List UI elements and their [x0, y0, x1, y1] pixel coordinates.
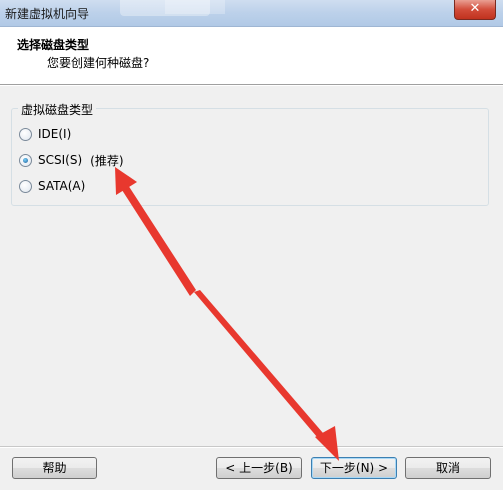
radio-sata-indicator[interactable]	[19, 179, 32, 193]
arrow-to-next	[194, 290, 339, 461]
radio-scsi-label[interactable]: SCSI(S)	[38, 153, 82, 167]
disk-type-legend: 虚拟磁盘类型	[18, 101, 97, 118]
radio-scsi[interactable]: SCSI(S) (推荐)	[19, 152, 124, 168]
button-bar-divider-highlight	[0, 447, 503, 448]
arrow-to-next-head	[315, 426, 339, 461]
radio-ide[interactable]: IDE(I)	[19, 126, 71, 142]
scsi-recommended-note: (推荐)	[90, 153, 124, 168]
header-divider	[0, 85, 503, 86]
radio-sata[interactable]: SATA(A)	[19, 178, 85, 194]
page-subtitle: 您要创建何种磁盘?	[47, 56, 150, 70]
disk-type-group: 虚拟磁盘类型 IDE(I) SCSI(S) (推荐) SATA(A)	[11, 101, 489, 206]
help-button[interactable]: 帮助	[12, 457, 97, 479]
page-title: 选择磁盘类型	[17, 38, 90, 52]
window-title: 新建虚拟机向导	[5, 7, 90, 21]
next-button[interactable]: 下一步(N) >	[311, 457, 397, 479]
title-bar-reflection-2	[165, 0, 225, 14]
radio-ide-label[interactable]: IDE(I)	[38, 127, 71, 141]
radio-ide-indicator[interactable]	[19, 127, 32, 141]
back-button[interactable]: < 上一步(B)	[216, 457, 302, 479]
cancel-button[interactable]: 取消	[405, 457, 491, 479]
radio-scsi-indicator[interactable]	[19, 153, 32, 167]
title-bar: 新建虚拟机向导 ✕	[0, 0, 503, 27]
radio-sata-label[interactable]: SATA(A)	[38, 179, 85, 193]
arrow-to-next-shaft	[194, 290, 329, 444]
wizard-header: 选择磁盘类型 您要创建何种磁盘?	[0, 27, 503, 85]
close-button[interactable]: ✕	[454, 0, 496, 20]
close-icon: ✕	[469, 1, 481, 16]
